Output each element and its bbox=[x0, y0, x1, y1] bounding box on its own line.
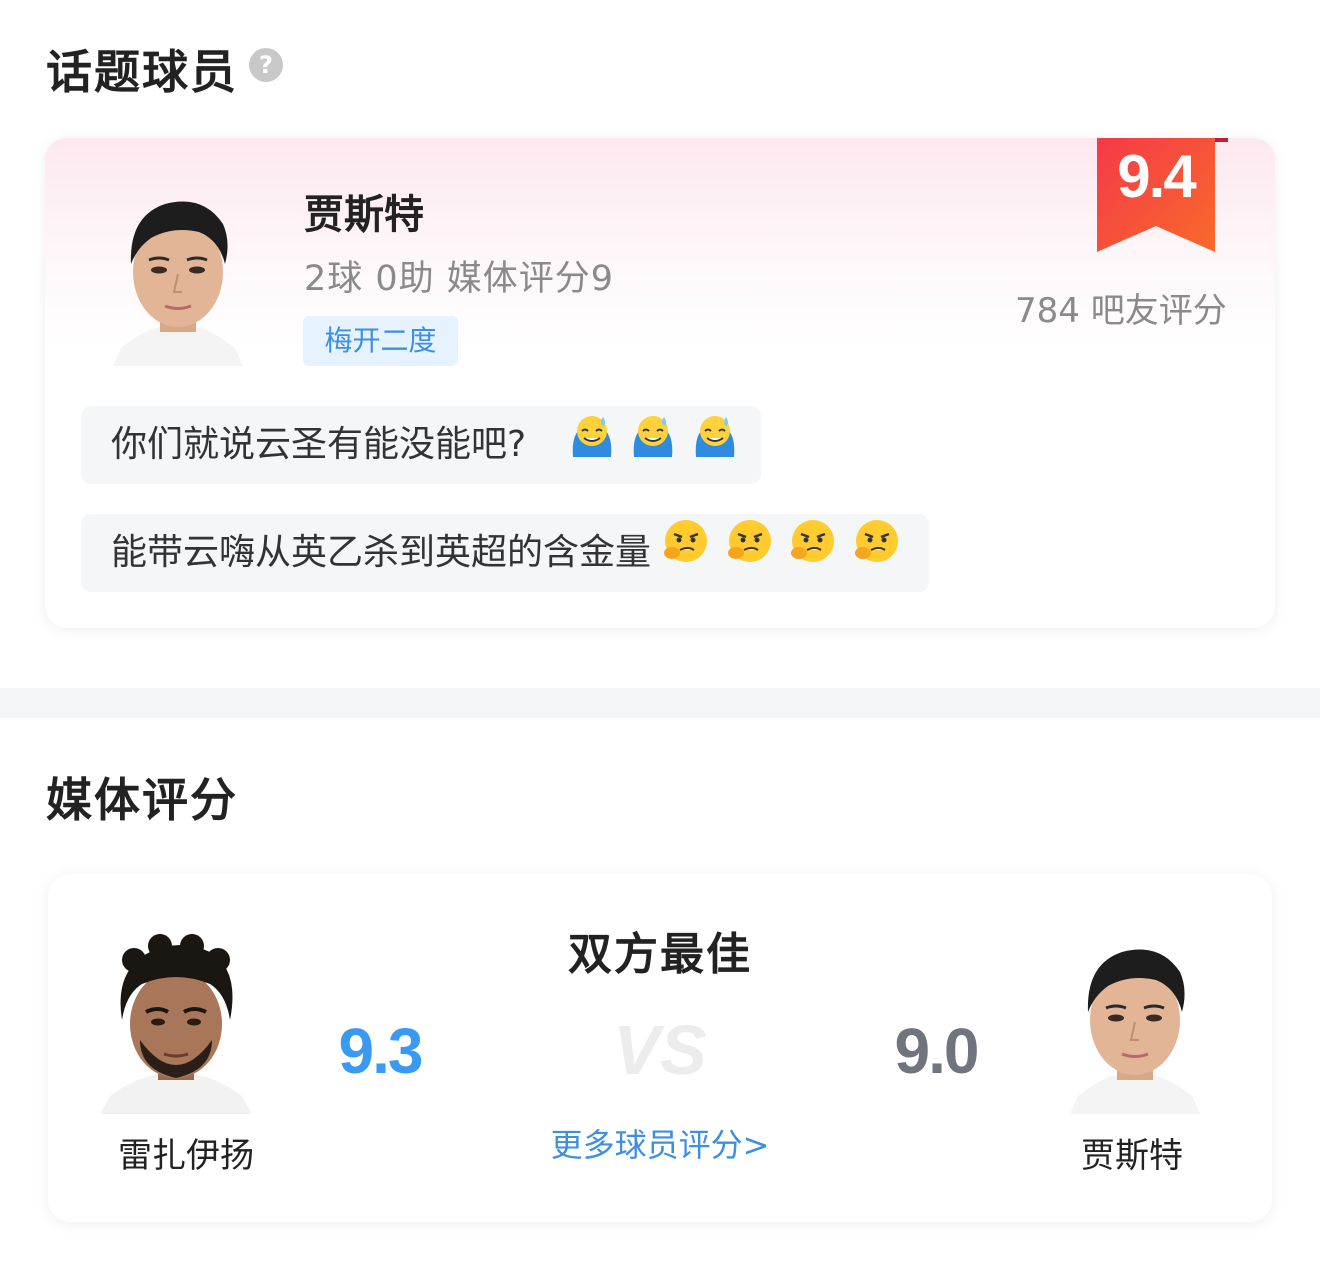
comment-bubble[interactable]: 你们就说云圣有能没能吧? bbox=[81, 406, 761, 484]
right-player-name[interactable]: 贾斯特 bbox=[1032, 1128, 1232, 1177]
player-tag: 梅开二度 bbox=[303, 316, 458, 366]
sweat-smile-emoji-icon bbox=[630, 407, 676, 485]
left-player-score: 9.3 bbox=[338, 1015, 424, 1087]
player-rating: 9.4 bbox=[1117, 143, 1196, 210]
vs-icon: VS bbox=[613, 1011, 707, 1089]
player-portrait bbox=[113, 180, 243, 366]
fan-rating-count[interactable]: 784 吧友评分 bbox=[1015, 283, 1227, 332]
topic-player-card[interactable]: 贾斯特 2球 0助 媒体评分9 梅开二度 9.4 784 吧友评分 你们就说云圣… bbox=[45, 138, 1275, 628]
player-name: 贾斯特 bbox=[304, 192, 424, 238]
left-player-portrait[interactable] bbox=[100, 930, 252, 1114]
question-circle-icon[interactable]: ? bbox=[249, 48, 283, 82]
sweat-smile-emoji-icon bbox=[569, 407, 615, 485]
thinking-face-emoji-icon bbox=[853, 515, 901, 593]
comment-bubble[interactable]: 能带云嗨从英乙杀到英超的含金量 bbox=[81, 514, 929, 592]
comment-text: 能带云嗨从英乙杀到英超的含金量 bbox=[111, 532, 652, 573]
player-stats: 2球 0助 媒体评分9 bbox=[304, 259, 615, 299]
rating-badge: 9.4 bbox=[1097, 138, 1228, 256]
thinking-face-emoji-icon bbox=[789, 515, 837, 593]
right-player-score: 9.0 bbox=[894, 1015, 980, 1087]
media-section-title: 媒体评分 bbox=[46, 773, 238, 827]
more-player-ratings-link[interactable]: 更多球员评分> bbox=[510, 1120, 810, 1166]
media-rating-card: 双方最佳 9.3 VS 9.0 更多球员评分> 雷扎伊扬 贾斯特 bbox=[48, 874, 1272, 1222]
thinking-face-emoji-icon bbox=[726, 515, 774, 593]
section-divider bbox=[0, 688, 1320, 718]
topic-section-title: 话题球员 bbox=[46, 45, 238, 99]
comment-text: 你们就说云圣有能没能吧? bbox=[111, 424, 527, 465]
sweat-smile-emoji-icon bbox=[692, 407, 738, 485]
left-player-name[interactable]: 雷扎伊扬 bbox=[86, 1128, 286, 1177]
right-player-portrait[interactable] bbox=[1070, 930, 1200, 1114]
thinking-face-emoji-icon bbox=[662, 515, 710, 593]
